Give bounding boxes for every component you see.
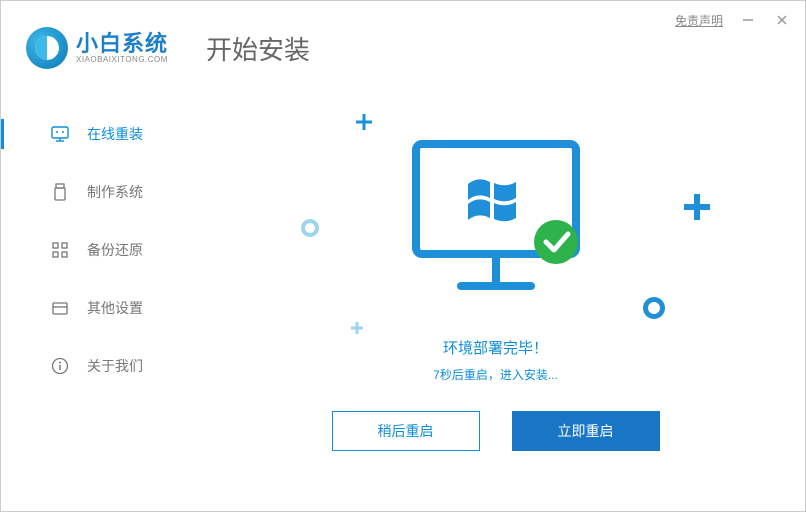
sidebar-item-0[interactable]: 在线重装 [1,109,186,159]
ring-icon [643,297,665,319]
sidebar-item-label: 关于我们 [87,356,143,376]
plus-icon [684,194,710,220]
plus-icon [351,322,363,334]
sidebar-item-label: 备份还原 [87,240,143,260]
minimize-button[interactable] [739,11,757,29]
main-content: 环境部署完毕！ 7秒后重启，进入安装... 稍后重启 立即重启 [186,79,805,489]
disclaimer-link[interactable]: 免责声明 [675,12,723,29]
sidebar-item-label: 其他设置 [87,298,143,318]
logo-icon [26,27,68,69]
illustration [186,104,805,334]
sidebar-item-4[interactable]: 关于我们 [1,341,186,391]
sidebar-item-label: 在线重装 [87,124,143,144]
app-logo: 小白系统 XIAOBAIXITONG.COM [26,27,186,69]
sidebar-item-3[interactable]: 其他设置 [1,283,186,333]
sidebar-item-1[interactable]: 制作系统 [1,167,186,217]
restart-later-button[interactable]: 稍后重启 [332,411,480,451]
usb-icon [51,183,69,201]
close-button[interactable] [773,11,791,29]
box-icon [51,299,69,317]
info-icon [51,357,69,375]
sidebar-item-label: 制作系统 [87,182,143,202]
brand-subtitle: XIAOBAIXITONG.COM [76,56,168,65]
restart-now-button[interactable]: 立即重启 [512,411,660,451]
ring-icon [301,219,319,237]
monitor-illustration [406,134,586,304]
plus-icon [356,114,372,130]
status-countdown: 7秒后重启，进入安装... [186,366,805,383]
status-title: 环境部署完毕！ [186,337,805,358]
page-title: 开始安装 [206,30,310,67]
grid-icon [51,241,69,259]
sidebar: 在线重装制作系统备份还原其他设置关于我们 [1,79,186,489]
sidebar-item-2[interactable]: 备份还原 [1,225,186,275]
monitor-icon [51,125,69,143]
brand-title: 小白系统 [76,32,168,56]
